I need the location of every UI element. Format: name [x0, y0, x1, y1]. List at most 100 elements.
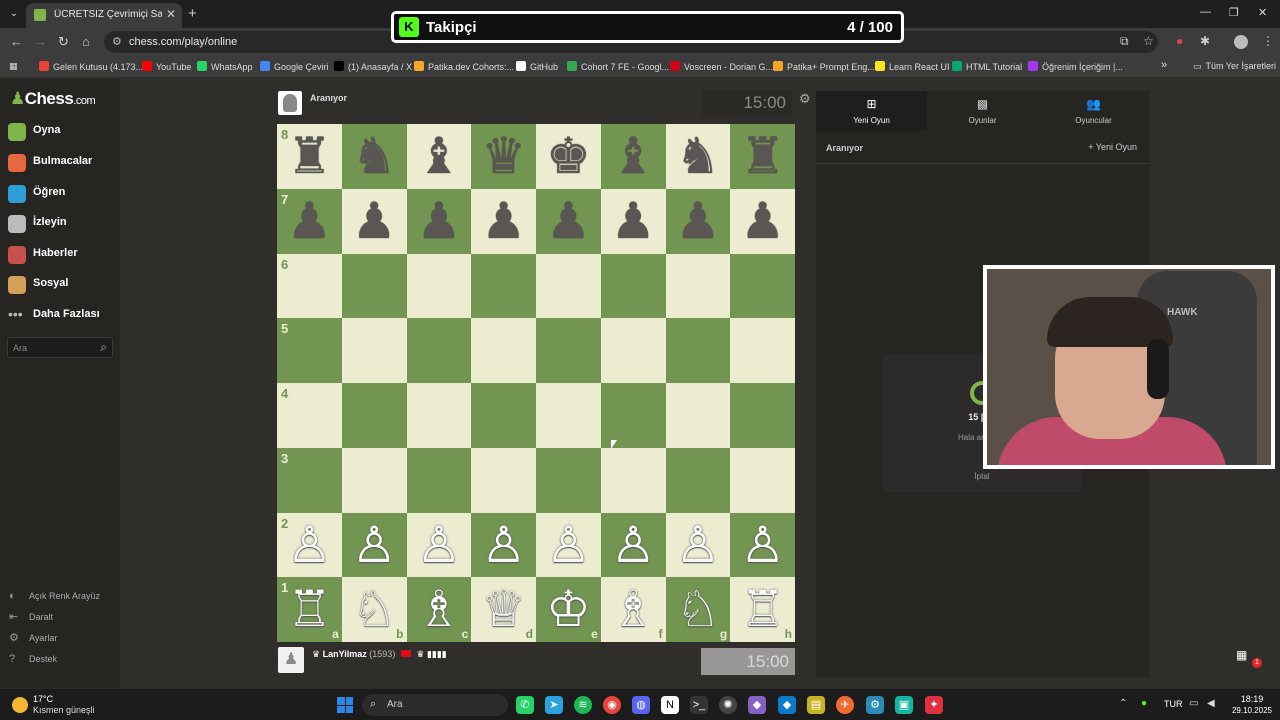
clock-date[interactable]: 29.10.2025	[1224, 706, 1280, 715]
discord-app-icon[interactable]: ◍	[632, 696, 650, 714]
white-pawn-icon[interactable]: ♙	[730, 513, 795, 578]
board-square-c6[interactable]	[406, 253, 472, 319]
nav-play[interactable]: Oyna	[8, 121, 118, 143]
board-square-b4[interactable]	[341, 383, 407, 448]
black-rook-icon[interactable]: ♜	[730, 124, 795, 189]
bookmark-item[interactable]: Patika.dev Cohorts:...	[414, 61, 514, 72]
board-square-a2[interactable]: 2 ♙	[277, 512, 342, 578]
chat-app-icon[interactable]: ▣	[895, 696, 913, 714]
white-pawn-icon[interactable]: ♙	[536, 513, 601, 578]
black-rook-icon[interactable]: ♜	[277, 124, 342, 189]
black-pawn-icon[interactable]: ♟	[277, 189, 342, 254]
board-square-g1[interactable]: g ♘	[665, 577, 731, 642]
board-square-f2[interactable]: ♙	[600, 512, 666, 578]
tab-games[interactable]: ▩ Oyunlar	[927, 91, 1038, 131]
profile-avatar[interactable]	[1234, 35, 1248, 49]
board-square-b6[interactable]	[341, 253, 407, 319]
bookmark-item[interactable]: GitHub	[516, 61, 558, 72]
board-square-c1[interactable]: c ♗	[406, 577, 472, 642]
nav-more[interactable]: ••• Daha Fazlası	[8, 305, 118, 327]
board-square-f3[interactable]	[600, 447, 666, 513]
white-bishop-icon[interactable]: ♗	[601, 577, 666, 642]
board-square-d6[interactable]	[471, 253, 536, 319]
bookmark-item[interactable]: Patika+ Prompt Eng...	[773, 61, 875, 72]
tab-players[interactable]: 👥 Oyuncular	[1038, 91, 1149, 131]
black-pawn-icon[interactable]: ♟	[666, 189, 731, 254]
language-indicator[interactable]: TUR	[1164, 699, 1183, 709]
board-square-b7[interactable]: ♟	[341, 188, 407, 254]
bookmark-item[interactable]: Learn React UI	[875, 61, 950, 72]
bookmark-item[interactable]: Voscreen - Dorian G...	[670, 61, 773, 72]
board-square-c8[interactable]: ♝	[406, 124, 472, 189]
apps-grid-icon[interactable]: ▦	[9, 61, 18, 72]
board-square-h7[interactable]: ♟	[730, 188, 795, 254]
nav-puzzles[interactable]: Bulmacalar	[8, 152, 118, 174]
board-square-c3[interactable]	[406, 447, 472, 513]
board-square-e6[interactable]	[536, 253, 601, 319]
notes-app-icon[interactable]: ▤	[807, 696, 825, 714]
board-square-f1[interactable]: f ♗	[600, 577, 666, 642]
black-pawn-icon[interactable]: ♟	[601, 189, 666, 254]
black-pawn-icon[interactable]: ♟	[342, 189, 407, 254]
chess-board[interactable]: 8 ♜ ♞ ♝ ♛ ♚ ♝ ♞ ♜ 7 ♟ ♟ ♟ ♟ ♟ ♟ ♟ ♟ 6 5 4 3 2 ♙ ♙ ♙ ♙ ♙ ♙ ♙ ♙ 1 a ♖ b ♘ c ♗ d ♕…	[277, 124, 795, 642]
board-square-d8[interactable]: ♛	[471, 124, 536, 189]
white-pawn-icon[interactable]: ♙	[601, 513, 666, 578]
board-square-g8[interactable]: ♞	[665, 124, 731, 189]
microphone-icon[interactable]: ●	[1141, 698, 1147, 709]
bookmark-item[interactable]: WhatsApp	[197, 61, 253, 72]
board-square-g5[interactable]	[665, 318, 731, 383]
white-pawn-icon[interactable]: ♙	[407, 513, 472, 578]
volume-icon[interactable]: ◀	[1207, 698, 1215, 709]
weather-sun-icon[interactable]	[12, 697, 28, 713]
bookmark-item[interactable]: Google Çeviri	[260, 61, 329, 72]
board-square-h3[interactable]	[730, 447, 795, 513]
board-square-a1[interactable]: 1 a ♖	[277, 577, 342, 642]
board-square-h4[interactable]	[730, 383, 795, 448]
board-square-e4[interactable]	[536, 383, 601, 448]
weather-temperature[interactable]: 17°C	[33, 694, 53, 704]
white-pawn-icon[interactable]: ♙	[277, 513, 342, 578]
bookmark-star-icon[interactable]: ☆	[1143, 34, 1154, 48]
white-knight-icon[interactable]: ♘	[342, 577, 407, 642]
light-theme-toggle[interactable]: ◐ Açık Renk Arayüz	[9, 589, 119, 605]
extensions-puzzle-icon[interactable]: ✱	[1200, 34, 1210, 48]
board-square-f4[interactable]	[600, 383, 666, 448]
board-square-c7[interactable]: ♟	[406, 188, 472, 254]
board-square-d2[interactable]: ♙	[471, 512, 536, 578]
chatgpt-app-icon[interactable]: ✺	[719, 696, 737, 714]
board-square-f6[interactable]	[600, 253, 666, 319]
black-king-icon[interactable]: ♚	[536, 124, 601, 189]
telegram-app-icon[interactable]: ➤	[545, 696, 563, 714]
new-tab-icon[interactable]: +	[188, 5, 197, 22]
tray-chevron-icon[interactable]: ⌃	[1119, 698, 1127, 709]
browser-tab-active[interactable]: ÜCRETSİZ Çevrimiçi Satranç Oy ✕	[26, 3, 182, 28]
whatsapp-app-icon[interactable]: ✆	[516, 696, 534, 714]
board-square-g3[interactable]	[665, 447, 731, 513]
bookmark-item[interactable]: YouTube	[142, 61, 191, 72]
start-windows-icon[interactable]	[337, 697, 353, 713]
board-square-d3[interactable]	[471, 447, 536, 513]
board-square-c2[interactable]: ♙	[406, 512, 472, 578]
board-square-a3[interactable]: 3	[277, 447, 342, 513]
nav-social[interactable]: Sosyal	[8, 274, 118, 296]
board-square-h1[interactable]: h ♖	[730, 577, 795, 642]
board-square-g6[interactable]	[665, 253, 731, 319]
notion-app-icon[interactable]: N	[661, 696, 679, 714]
chrome-app-icon[interactable]: ◉	[603, 696, 621, 714]
white-rook-icon[interactable]: ♖	[730, 577, 795, 642]
board-square-h6[interactable]	[730, 253, 795, 319]
bookmark-item[interactable]: Gelen Kutusu (4.173...	[39, 61, 143, 72]
bookmark-item[interactable]: Cohort 7 FE - Googl...	[567, 61, 669, 72]
board-square-e7[interactable]: ♟	[536, 188, 601, 254]
board-square-b8[interactable]: ♞	[341, 124, 407, 189]
network-icon[interactable]: ▭	[1189, 698, 1198, 709]
board-square-h2[interactable]: ♙	[730, 512, 795, 578]
white-queen-icon[interactable]: ♕	[471, 577, 536, 642]
black-knight-icon[interactable]: ♞	[342, 124, 407, 189]
chess-logo[interactable]: ♟Chess.com	[10, 89, 96, 109]
home-icon[interactable]: ⌂	[82, 34, 90, 49]
all-bookmarks-button[interactable]: ▭ Tüm Yer İşaretleri	[1193, 61, 1276, 72]
visual-studio-app-icon[interactable]: ◆	[748, 696, 766, 714]
black-pawn-icon[interactable]: ♟	[407, 189, 472, 254]
bookmark-item[interactable]: Öğrenim İçeriğim |...	[1028, 61, 1123, 72]
